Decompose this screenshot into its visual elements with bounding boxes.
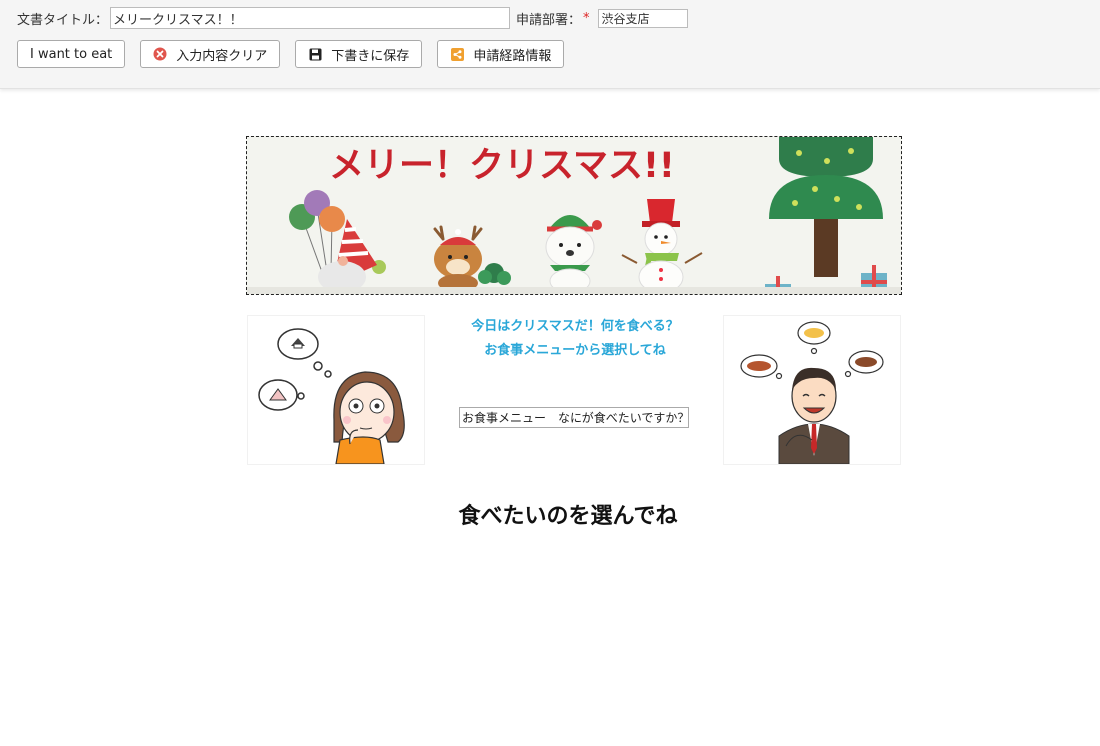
gnome-balloons-illustration	[289, 190, 386, 293]
route-info-button[interactable]: 申請経路情報	[437, 40, 565, 68]
reindeer-illustration	[433, 225, 511, 292]
dept-input[interactable]	[597, 8, 688, 28]
dept-label: 申請部署：	[516, 12, 582, 28]
prompt-line-2: お食事メニューから選択してね	[484, 343, 666, 358]
thinking-man-illustration	[723, 315, 901, 465]
required-mark: *	[583, 10, 590, 26]
meal-menu-select[interactable]: お食事メニュー なにが食べたいですか？	[459, 407, 689, 428]
clear-input-label: 入力内容クリア	[176, 48, 268, 64]
save-draft-button[interactable]: 下書きに保存	[295, 40, 423, 68]
thinking-girl-illustration	[247, 315, 425, 465]
i-want-to-eat-label: I want to eat	[30, 46, 113, 62]
christmas-banner: メリー！クリスマス!!	[246, 136, 902, 295]
form-row: 文書タイトル： 申請部署： *	[17, 7, 688, 29]
toolbar: I want to eat 入力内容クリア 下書きに保存 申請経路情報	[17, 40, 579, 68]
banner-title: メリー！クリスマス!!	[329, 146, 675, 186]
prompt-message: 今日はクリスマスだ！何を食べる？ お食事メニューから選択してね	[430, 315, 720, 363]
clear-x-icon	[153, 47, 167, 61]
title-input[interactable]	[110, 7, 511, 29]
title-label: 文書タイトル：	[17, 12, 109, 28]
clear-input-button[interactable]: 入力内容クリア	[140, 40, 281, 68]
share-route-icon	[450, 47, 464, 61]
save-draft-label: 下書きに保存	[331, 48, 410, 64]
prompt-line-1: 今日はクリスマスだ！何を食べる？	[471, 319, 679, 334]
snowman-illustration	[621, 199, 703, 294]
form-header: 文書タイトル： 申請部署： * I want to eat 入力内容クリア 下書…	[0, 0, 1100, 89]
polar-bear-illustration	[545, 215, 602, 294]
floppy-disk-icon	[308, 47, 322, 61]
christmas-tree-illustration	[769, 137, 883, 277]
i-want-to-eat-button[interactable]: I want to eat	[17, 40, 126, 68]
meal-menu-selected: お食事メニュー なにが食べたいですか？	[462, 411, 689, 425]
route-info-label: 申請経路情報	[473, 48, 552, 64]
choose-section-title: 食べたいのを選んでね	[458, 504, 678, 529]
